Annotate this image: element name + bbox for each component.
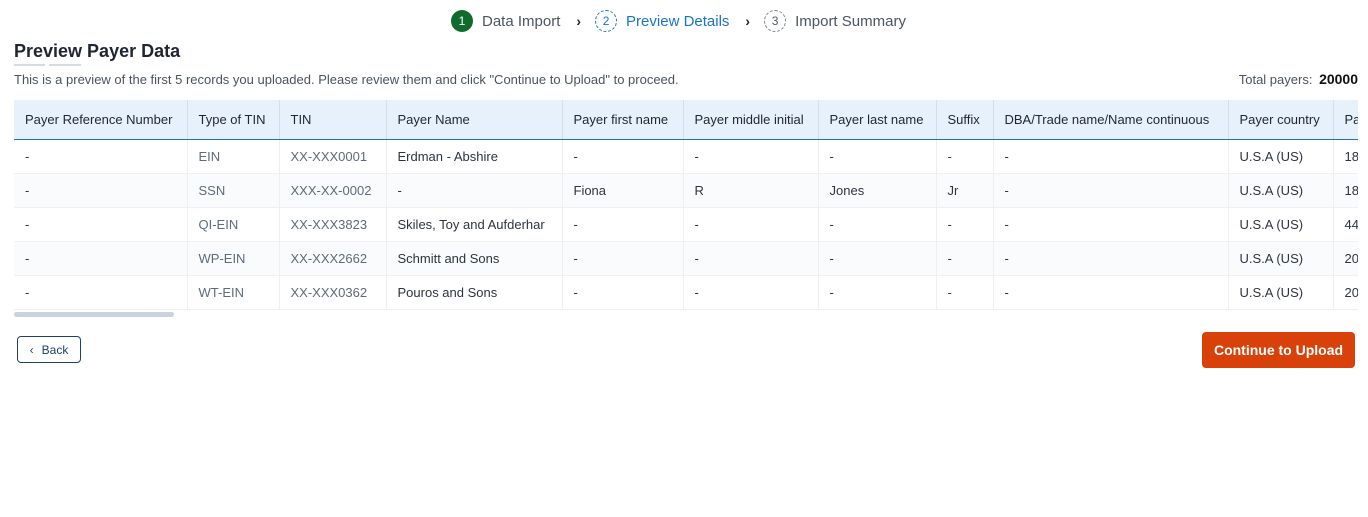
table-cell: - [818,139,937,174]
step-label-preview-details: Preview Details [626,12,730,30]
table-cell: XX-XXX3823 [279,207,387,242]
payer-preview-table: Payer Reference Number Type of TIN TIN P… [14,100,1358,310]
table-cell: SSN [187,173,280,208]
column-header[interactable]: Payer Reference Number [14,100,188,140]
column-header[interactable]: Payer middle initial [683,100,819,140]
table-cell: - [993,241,1229,276]
table-cell: QI-EIN [187,207,280,242]
table-cell: - [818,275,937,310]
table-row: - WT-EIN XX-XXX0362 Pouros and Sons - - … [14,275,1358,310]
table-row: - WP-EIN XX-XXX2662 Schmitt and Sons - -… [14,241,1358,276]
step-number-3: 3 [764,10,787,32]
title-underline-left [14,64,45,66]
import-stepper: 1 Data Import › 2 Preview Details › 3 Im… [451,9,906,33]
table-cell: - [683,139,819,174]
page-subtitle: This is a preview of the first 5 records… [14,72,679,87]
table-cell: Fiona [562,173,684,208]
table-cell: Pouros and Sons [386,275,563,310]
table-cell: - [683,207,819,242]
table-cell: 44 [1333,207,1358,242]
table-cell: - [936,139,994,174]
step-number-1: 1 [451,10,473,32]
step-label-data-import: Data Import [482,12,561,30]
table-cell: - [14,139,188,174]
table-header-row: Payer Reference Number Type of TIN TIN P… [14,100,1358,140]
table-cell: U.S.A (US) [1228,139,1334,174]
table-cell: - [683,241,819,276]
chevron-right-icon: › [576,13,582,29]
column-header[interactable]: Payer country [1228,100,1334,140]
table-cell: - [14,207,188,242]
table-horizontal-scrollbar[interactable] [14,312,174,317]
table-cell: XXX-XX-0002 [279,173,387,208]
table-cell: - [818,241,937,276]
table-cell: XX-XXX0362 [279,275,387,310]
table-cell: - [818,207,937,242]
table-cell: - [936,241,994,276]
column-header[interactable]: Pa [1333,100,1358,140]
table-cell: U.S.A (US) [1228,207,1334,242]
step-data-import[interactable]: 1 Data Import [451,10,560,32]
table-cell: 18 [1333,173,1358,208]
table-cell: - [562,241,684,276]
table-cell: WP-EIN [187,241,280,276]
table-cell: WT-EIN [187,275,280,310]
page-title: Preview Payer Data [14,41,181,61]
continue-button-label: Continue to Upload [1213,342,1344,358]
table-row: - QI-EIN XX-XXX3823 Skiles, Toy and Aufd… [14,207,1358,242]
column-header[interactable]: TIN [279,100,387,140]
table-cell: - [683,275,819,310]
title-underline-right [49,64,81,66]
table-cell: Schmitt and Sons [386,241,563,276]
table-cell: - [562,207,684,242]
table-cell: Skiles, Toy and Aufderhar [386,207,563,242]
table-cell: - [993,207,1229,242]
chevron-right-icon: › [745,13,751,29]
table-cell: - [936,275,994,310]
back-button-label: Back [41,342,69,357]
payer-preview-table-container[interactable]: Payer Reference Number Type of TIN TIN P… [14,100,1358,316]
table-cell: XX-XXX0001 [279,139,387,174]
table-cell: - [993,139,1229,174]
table-cell: 20 [1333,241,1358,276]
table-cell: U.S.A (US) [1228,241,1334,276]
table-cell: - [993,173,1229,208]
table-row: - EIN XX-XXX0001 Erdman - Abshire - - - … [14,139,1358,174]
table-cell: 18 [1333,139,1358,174]
table-cell: U.S.A (US) [1228,173,1334,208]
step-label-import-summary: Import Summary [795,12,906,30]
back-button[interactable]: ‹ Back [17,336,81,363]
table-cell: Jr [936,173,994,208]
table-cell: - [936,207,994,242]
step-number-2: 2 [595,10,618,32]
table-cell: - [14,173,188,208]
table-cell: - [562,275,684,310]
table-cell: - [562,139,684,174]
total-payers-value: 20000 [1319,71,1358,87]
table-cell: - [14,275,188,310]
table-cell: - [993,275,1229,310]
column-header[interactable]: Payer Name [386,100,563,140]
continue-to-upload-button[interactable]: Continue to Upload [1202,332,1355,368]
table-cell: R [683,173,819,208]
step-preview-details[interactable]: 2 Preview Details [595,10,729,32]
column-header[interactable]: Type of TIN [187,100,280,140]
table-cell: 20 [1333,275,1358,310]
total-payers: Total payers: 20000 [1239,71,1358,87]
table-cell: Jones [818,173,937,208]
column-header[interactable]: Payer first name [562,100,684,140]
table-cell: - [386,173,563,208]
table-cell: XX-XXX2662 [279,241,387,276]
step-import-summary[interactable]: 3 Import Summary [764,10,906,32]
chevron-left-icon: ‹ [29,342,34,357]
table-row: - SSN XXX-XX-0002 - Fiona R Jones Jr - U… [14,173,1358,208]
column-header[interactable]: Payer last name [818,100,937,140]
column-header[interactable]: Suffix [936,100,994,140]
column-header[interactable]: DBA/Trade name/Name continuous [993,100,1229,140]
table-cell: U.S.A (US) [1228,275,1334,310]
table-cell: Erdman - Abshire [386,139,563,174]
total-payers-label: Total payers: [1238,72,1313,87]
table-cell: - [14,241,188,276]
table-cell: EIN [187,139,280,174]
